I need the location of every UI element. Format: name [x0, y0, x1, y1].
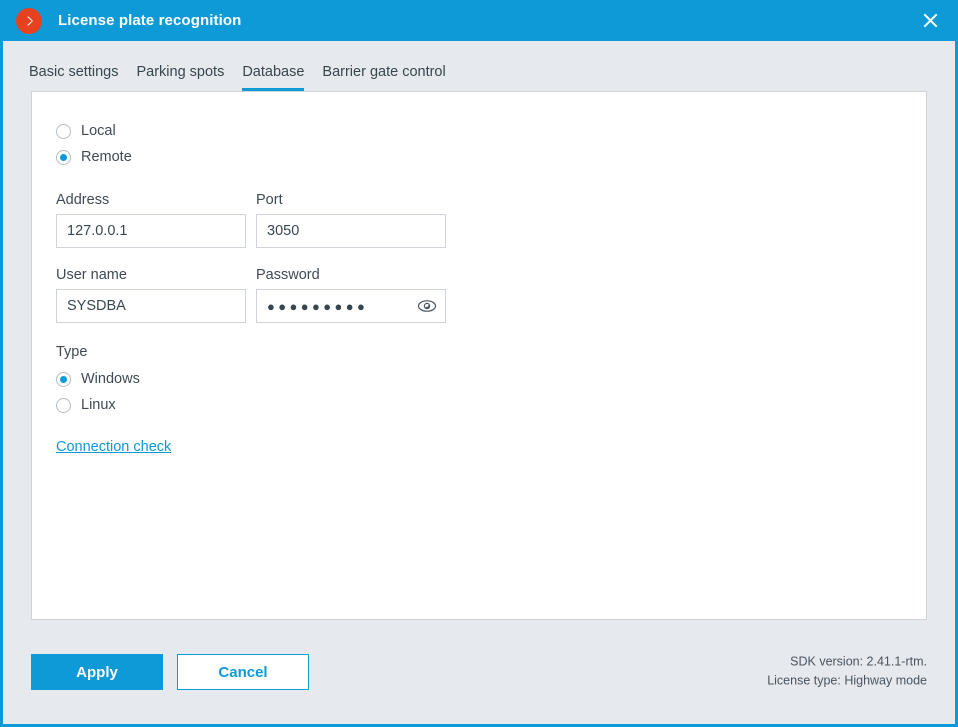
address-port-row: Address Port [56, 192, 902, 248]
radio-option-windows[interactable]: Windows [56, 367, 140, 391]
password-input-wrapper: ●●●●●●●●● [256, 289, 446, 323]
tab-barrier-gate-control[interactable]: Barrier gate control [322, 64, 445, 92]
address-input[interactable] [56, 214, 246, 248]
cancel-button[interactable]: Cancel [177, 654, 309, 690]
port-input[interactable] [256, 214, 446, 248]
radio-label-linux: Linux [81, 396, 116, 413]
window-title: License plate recognition [58, 12, 242, 29]
version-info: SDK version: 2.41.1-rtm. License type: H… [767, 653, 927, 692]
radio-option-linux[interactable]: Linux [56, 393, 116, 417]
apply-button[interactable]: Apply [31, 654, 163, 690]
eye-icon[interactable] [409, 290, 445, 322]
radio-indicator-remote [56, 149, 71, 165]
password-label: Password [256, 267, 320, 283]
radio-label-windows: Windows [81, 370, 140, 387]
radio-indicator-windows [56, 371, 71, 387]
chevron-right-circle-icon [16, 7, 42, 34]
radio-option-local[interactable]: Local [56, 119, 116, 143]
credentials-row: User name Password ●●●●●●●●● [56, 267, 902, 323]
type-label: Type [56, 344, 88, 360]
user-name-field-group: User name [56, 267, 246, 323]
radio-indicator-linux [56, 397, 71, 413]
sdk-version-text: SDK version: 2.41.1-rtm. [790, 654, 927, 669]
license-type-text: License type: Highway mode [767, 674, 927, 688]
close-icon[interactable] [902, 0, 958, 41]
tab-database[interactable]: Database [242, 64, 305, 91]
radio-label-remote: Remote [81, 148, 132, 165]
type-section: Type Windows Linux [56, 344, 902, 417]
port-label: Port [256, 192, 283, 208]
address-field-group: Address [56, 192, 246, 248]
tab-parking-spots[interactable]: Parking spots [136, 64, 224, 92]
radio-option-remote[interactable]: Remote [56, 145, 132, 169]
address-label: Address [56, 192, 110, 208]
tab-basic-settings[interactable]: Basic settings [29, 64, 118, 92]
password-field-group: Password ●●●●●●●●● [256, 267, 446, 323]
settings-panel: Local Remote Address Port User name P [31, 91, 927, 620]
user-name-label: User name [56, 267, 127, 283]
tab-bar: Basic settings Parking spots Database Ba… [3, 41, 955, 91]
radio-label-local: Local [81, 122, 116, 139]
connection-check-link[interactable]: Connection check [56, 439, 171, 455]
port-field-group: Port [256, 192, 446, 248]
application-window: License plate recognition Basic settings… [0, 0, 958, 727]
title-bar: License plate recognition [0, 0, 958, 41]
user-name-input[interactable] [56, 289, 246, 323]
connection-check-row: Connection check [56, 438, 902, 456]
action-button-row: Apply Cancel [31, 654, 309, 690]
footer-bar: Apply Cancel SDK version: 2.41.1-rtm. Li… [3, 620, 955, 724]
radio-indicator-local [56, 123, 71, 139]
